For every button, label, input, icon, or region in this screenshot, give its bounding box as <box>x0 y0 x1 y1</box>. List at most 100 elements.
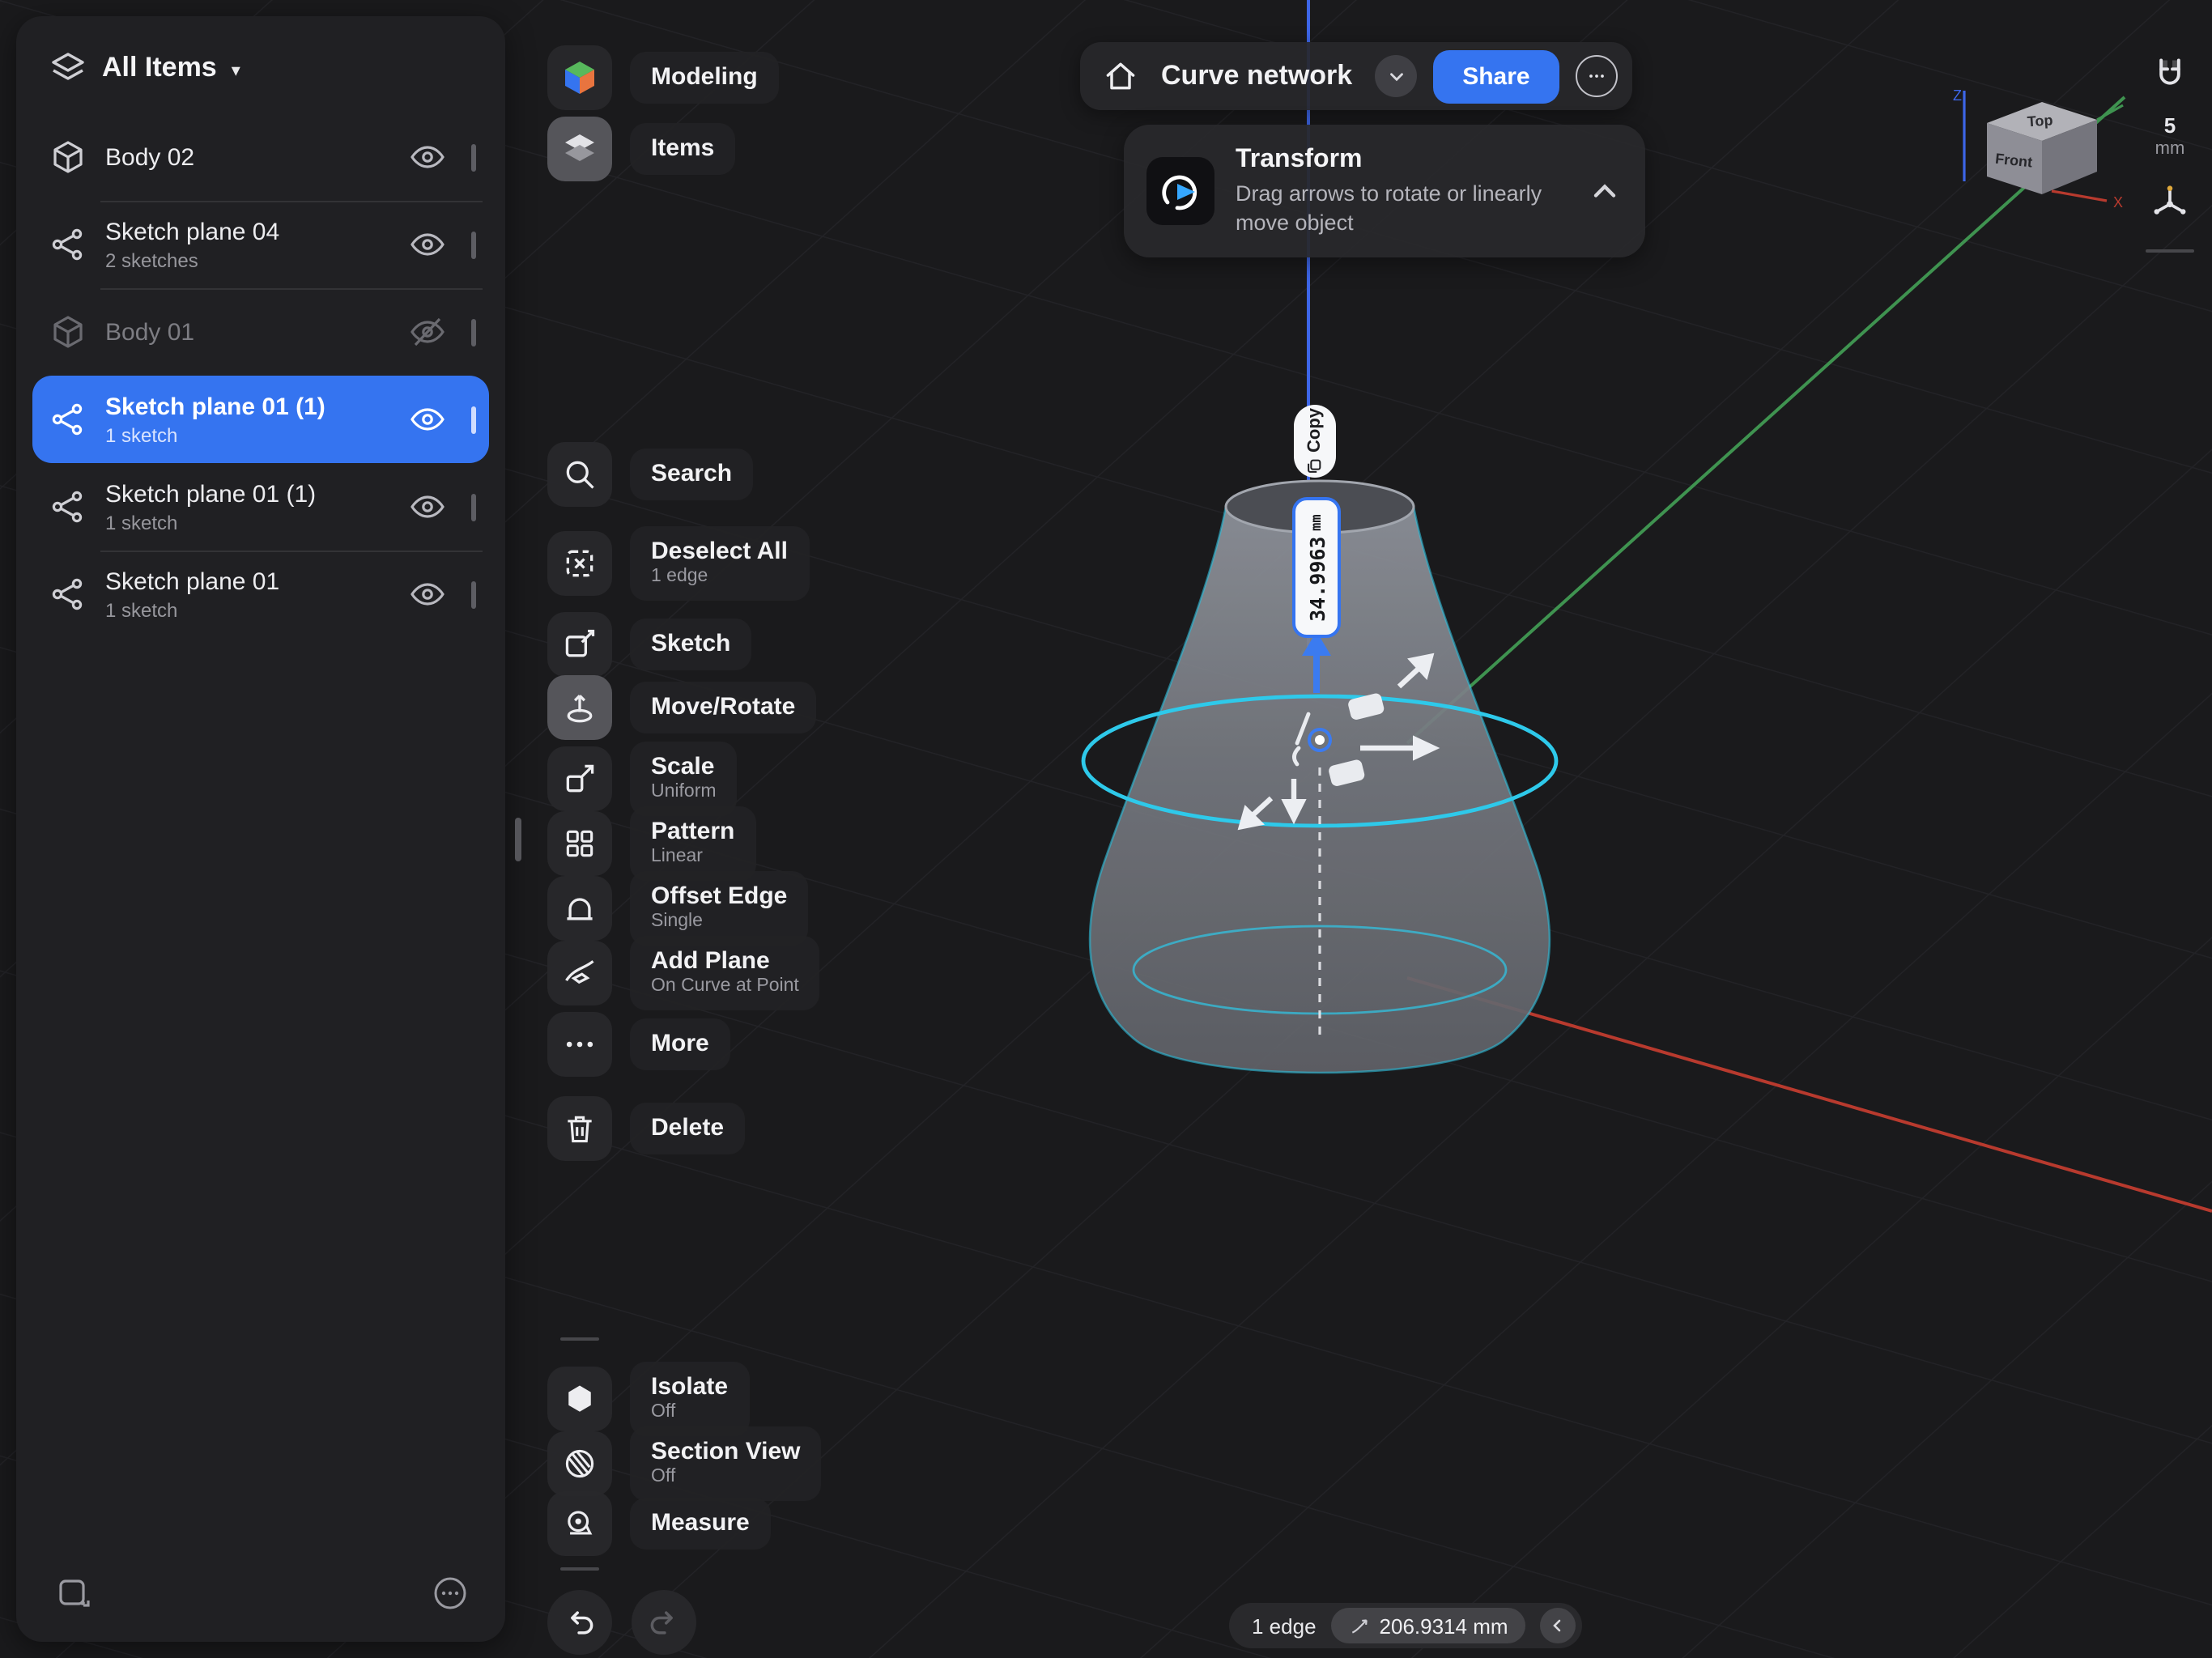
more-circle-icon[interactable] <box>431 1574 470 1613</box>
sidebar-resize-handle[interactable] <box>515 818 521 861</box>
status-expand-button[interactable] <box>1541 1608 1576 1643</box>
item-drag-bar[interactable] <box>471 580 476 608</box>
share-button[interactable]: Share <box>1433 49 1559 103</box>
copy-icon <box>1306 457 1324 475</box>
tool-delete[interactable]: Delete <box>547 1096 745 1161</box>
tool-sublabel: Single <box>651 912 787 934</box>
dimension-value: 34.9963 <box>1304 536 1329 621</box>
sidebar-item-body-02[interactable]: Body 02 <box>32 113 489 201</box>
search-icon <box>547 442 612 507</box>
offset-edge-icon <box>547 876 612 941</box>
document-title: Curve network <box>1155 60 1359 92</box>
viewcube-x-axis <box>2052 191 2107 201</box>
chevron-up-icon[interactable] <box>1587 173 1623 209</box>
item-sublabel: 2 sketches <box>105 249 390 271</box>
tool-label: Offset Edge <box>651 882 787 910</box>
grid-snap-value[interactable]: 5 <box>2164 113 2176 138</box>
visibility-eye-icon[interactable] <box>408 225 447 264</box>
tool-section-view[interactable]: Section ViewOff <box>547 1426 822 1501</box>
tool-search[interactable]: Search <box>547 442 753 507</box>
item-label: Sketch plane 01 <box>105 568 390 595</box>
rail-divider <box>560 1567 599 1571</box>
dimension-input-field[interactable]: 34.9963 mm <box>1292 497 1341 638</box>
document-menu-chevron[interactable] <box>1375 55 1417 97</box>
item-label: Body 02 <box>105 143 390 171</box>
items-layers-icon <box>547 117 612 181</box>
tool-sublabel: Off <box>651 1467 801 1490</box>
home-icon[interactable] <box>1103 58 1138 94</box>
sidebar-item-sketch-plane-01-1-a[interactable]: Sketch plane 01 (1) 1 sketch <box>32 376 489 463</box>
item-drag-bar[interactable] <box>471 406 476 433</box>
items-panel-header[interactable]: All Items ▾ <box>16 16 505 107</box>
item-drag-bar[interactable] <box>471 143 476 171</box>
visibility-eye-off-icon[interactable] <box>408 312 447 351</box>
transform-badge-icon <box>1146 157 1214 225</box>
tool-offset-edge[interactable]: Offset EdgeSingle <box>547 871 808 946</box>
tool-pattern[interactable]: PatternLinear <box>547 806 755 881</box>
tool-isolate[interactable]: IsolateOff <box>547 1362 749 1436</box>
viewcube-x-label: X <box>2113 194 2123 210</box>
nav-modeling[interactable]: Modeling <box>547 45 779 110</box>
sidebar-item-sketch-plane-01[interactable]: Sketch plane 01 1 sketch <box>32 551 489 638</box>
tool-add-plane[interactable]: Add PlaneOn Curve at Point <box>547 936 820 1010</box>
selection-status-bar: 1 edge 206.9314 mm <box>1229 1603 1583 1648</box>
tool-scale[interactable]: ScaleUniform <box>547 742 738 816</box>
add-plane-icon <box>547 941 612 1005</box>
undo-button[interactable] <box>547 1590 612 1655</box>
tool-label: Isolate <box>651 1373 728 1401</box>
copy-measurement-button[interactable]: Copy <box>1294 405 1336 478</box>
magnet-snap-icon[interactable] <box>2149 55 2191 97</box>
tool-label: Scale <box>651 753 714 780</box>
orientation-axes-icon[interactable] <box>2149 181 2191 223</box>
history-controls <box>547 1590 696 1655</box>
app-window: All Items ▾ Body 02 Sketch plane 04 2 sk… <box>0 0 2212 1658</box>
tool-label: Search <box>651 460 732 487</box>
visibility-eye-icon[interactable] <box>408 400 447 439</box>
viewcube-top-label: Top <box>2027 112 2053 130</box>
tool-sublabel: 1 edge <box>651 567 788 589</box>
item-drag-bar[interactable] <box>471 318 476 346</box>
sketch-icon <box>49 575 87 614</box>
tool-label: More <box>651 1030 709 1057</box>
trash-icon <box>547 1096 612 1161</box>
compose-icon[interactable] <box>55 1574 94 1613</box>
transform-hint-card[interactable]: Transform Drag arrows to rotate or linea… <box>1124 125 1645 257</box>
items-panel-footer <box>16 1574 505 1642</box>
nav-modeling-label: Modeling <box>651 63 758 91</box>
tool-sketch[interactable]: Sketch <box>547 612 751 677</box>
selection-count: 1 edge <box>1252 1613 1317 1638</box>
tool-sublabel: Off <box>651 1402 728 1425</box>
scale-icon <box>547 746 612 811</box>
sidebar-item-body-01[interactable]: Body 01 <box>32 288 489 376</box>
item-drag-bar[interactable] <box>471 231 476 258</box>
selection-measurement-chip[interactable]: 206.9314 mm <box>1331 1608 1526 1643</box>
stack-icon <box>49 49 87 87</box>
sidebar-item-sketch-plane-04[interactable]: Sketch plane 04 2 sketches <box>32 201 489 288</box>
isolate-icon <box>547 1367 612 1431</box>
body-icon <box>49 312 87 351</box>
tool-more[interactable]: More <box>547 1012 730 1077</box>
view-cube[interactable]: Z Top Front X <box>1948 81 2139 220</box>
nav-items[interactable]: Items <box>547 117 735 181</box>
item-sublabel: 1 sketch <box>105 511 390 534</box>
visibility-eye-icon[interactable] <box>408 575 447 614</box>
tool-label: Pattern <box>651 818 734 845</box>
more-dots-icon <box>547 1012 612 1077</box>
visibility-eye-icon[interactable] <box>408 138 447 176</box>
item-label: Body 01 <box>105 318 390 346</box>
sidebar-item-sketch-plane-01-1-b[interactable]: Sketch plane 01 (1) 1 sketch <box>32 463 489 551</box>
visibility-eye-icon[interactable] <box>408 487 447 526</box>
tool-sublabel: Linear <box>651 847 734 869</box>
tool-measure[interactable]: Measure <box>547 1491 771 1556</box>
copy-label: Copy <box>1305 408 1325 453</box>
gizmo-center-dot[interactable] <box>1315 735 1325 745</box>
tool-deselect-all[interactable]: Deselect All1 edge <box>547 526 809 601</box>
tool-label: Add Plane <box>651 947 770 975</box>
item-drag-bar[interactable] <box>471 493 476 521</box>
header-more-button[interactable] <box>1576 55 1618 97</box>
selection-measurement-value: 206.9314 mm <box>1380 1613 1508 1638</box>
tool-label: Move/Rotate <box>651 693 795 721</box>
tool-move-rotate[interactable]: Move/Rotate <box>547 675 816 740</box>
dimension-unit: mm <box>1308 514 1325 531</box>
redo-button[interactable] <box>632 1590 696 1655</box>
